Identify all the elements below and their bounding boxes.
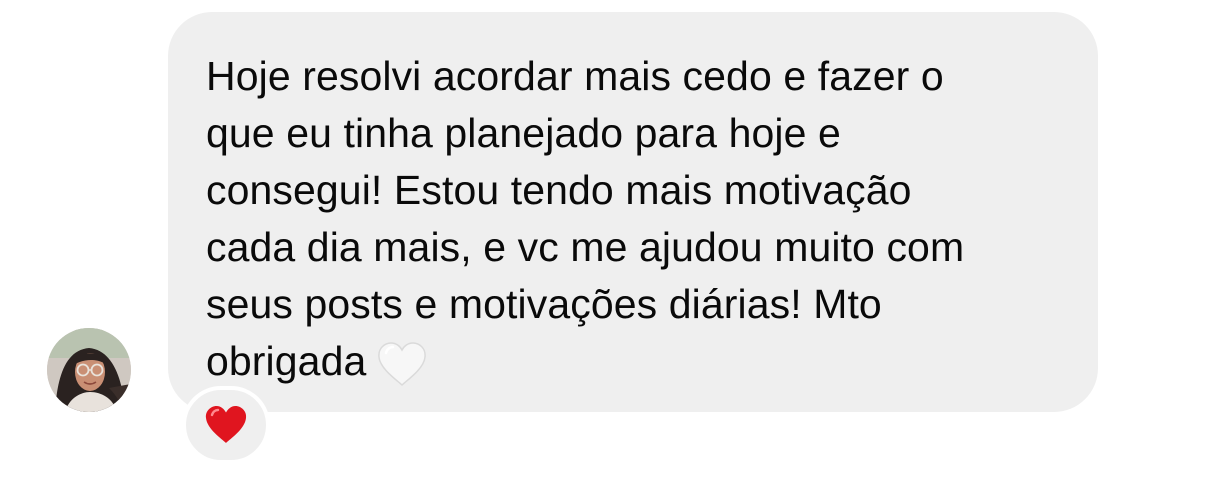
avatar[interactable] xyxy=(47,328,131,412)
message-row: Hoje resolvi acordar mais cedo e fazer o… xyxy=(0,0,1223,478)
message-text: Hoje resolvi acordar mais cedo e fazer o… xyxy=(206,48,1058,390)
message-body: Hoje resolvi acordar mais cedo e fazer o… xyxy=(206,53,965,384)
red-heart-icon xyxy=(204,405,248,445)
message-bubble[interactable]: Hoje resolvi acordar mais cedo e fazer o… xyxy=(168,12,1098,412)
white-heart-icon xyxy=(376,341,428,387)
avatar-photo xyxy=(47,328,131,412)
reaction-badge[interactable] xyxy=(182,386,270,464)
